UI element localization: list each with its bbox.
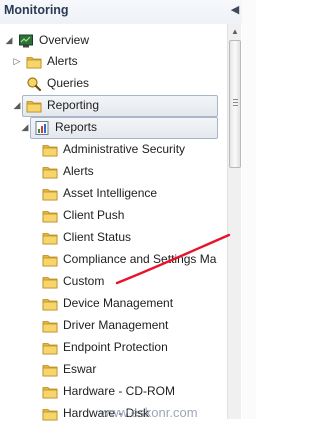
- tree-item-label: Compliance and Settings Ma: [63, 252, 217, 266]
- tree-item-label: Device Management: [63, 296, 174, 310]
- tree-item-label: Client Status: [63, 230, 132, 244]
- tree-item[interactable]: Client Push: [0, 205, 226, 227]
- tree-item-label: Client Push: [63, 208, 125, 222]
- collapsed-arrow-icon[interactable]: ▷: [12, 56, 22, 66]
- folder-icon: [42, 186, 58, 202]
- tree-item[interactable]: Alerts: [0, 161, 226, 183]
- folder-icon: [42, 164, 58, 180]
- folder-icon: [26, 54, 42, 70]
- folder-icon: [42, 318, 58, 334]
- folder-icon: [42, 274, 58, 290]
- folder-icon: [42, 406, 58, 422]
- tree-item-label: Overview: [39, 33, 90, 47]
- folder-icon: [42, 208, 58, 224]
- expanded-arrow-icon[interactable]: ◢: [4, 35, 14, 45]
- scrollbar-thumb[interactable]: [229, 40, 241, 168]
- watermark-text: www.eskonr.com: [100, 405, 198, 420]
- tree-item-label: Hardware - CD-ROM: [63, 384, 176, 398]
- tree-item[interactable]: ▷ Alerts: [0, 51, 226, 73]
- tree-item-label: Alerts: [63, 164, 94, 178]
- folder-icon: [42, 230, 58, 246]
- tree-item-label: Endpoint Protection: [63, 340, 168, 354]
- expanded-arrow-icon[interactable]: ◢: [20, 122, 30, 132]
- chevron-left-icon[interactable]: ◀: [228, 2, 242, 18]
- tree-item[interactable]: Device Management: [0, 293, 226, 315]
- tree-item[interactable]: ◢ Reports: [0, 117, 226, 139]
- tree-item[interactable]: Administrative Security: [0, 139, 226, 161]
- tree-item[interactable]: Client Status: [0, 227, 226, 249]
- scrollbar-grip-icon: [233, 99, 238, 106]
- tree-item[interactable]: ◢ Reporting: [0, 95, 226, 117]
- vertical-scrollbar[interactable]: ▲: [227, 24, 241, 419]
- tree-item[interactable]: Hardware - CD-ROM: [0, 381, 226, 403]
- tree-item[interactable]: Compliance and Settings Ma: [0, 249, 226, 271]
- expanded-arrow-icon[interactable]: ◢: [12, 100, 22, 110]
- tree-item-label: Driver Management: [63, 318, 169, 332]
- folder-icon: [42, 296, 58, 312]
- tree-item[interactable]: Asset Intelligence: [0, 183, 226, 205]
- monitoring-navigation-pane: Monitoring ◀ ◢ Overview ▷ Alerts Queries ◢ Rep…: [0, 0, 256, 422]
- scroll-up-arrow-icon[interactable]: ▲: [228, 26, 242, 38]
- folder-icon: [42, 252, 58, 268]
- tree-item-label: Reporting: [47, 98, 100, 112]
- tree-item-label: Eswar: [63, 362, 97, 376]
- tree-item-label: Custom: [63, 274, 105, 288]
- tree-item-label: Administrative Security: [63, 142, 186, 156]
- tree-item[interactable]: ◢ Overview: [0, 30, 226, 52]
- folder-icon: [42, 142, 58, 158]
- tree-item[interactable]: Eswar: [0, 359, 226, 381]
- tree-item[interactable]: Endpoint Protection: [0, 337, 226, 359]
- tree-item[interactable]: Custom: [0, 271, 226, 293]
- tree-item-label: Alerts: [47, 54, 78, 68]
- folder-icon: [42, 362, 58, 378]
- tree-item[interactable]: Queries: [0, 73, 226, 95]
- tree-item[interactable]: Driver Management: [0, 315, 226, 337]
- folder-icon: [26, 98, 42, 114]
- tree-item-label: Queries: [47, 76, 90, 90]
- tree-item-label: Reports: [55, 120, 98, 134]
- folder-icon: [42, 340, 58, 356]
- pane-edge: [242, 0, 256, 419]
- overview-icon: [18, 33, 34, 49]
- pane-title: Monitoring: [4, 3, 69, 17]
- tree-item-label: Asset Intelligence: [63, 186, 158, 200]
- reports-icon: [34, 120, 50, 136]
- pane-header: Monitoring ◀: [0, 0, 256, 24]
- folder-icon: [42, 384, 58, 400]
- queries-icon: [26, 76, 42, 92]
